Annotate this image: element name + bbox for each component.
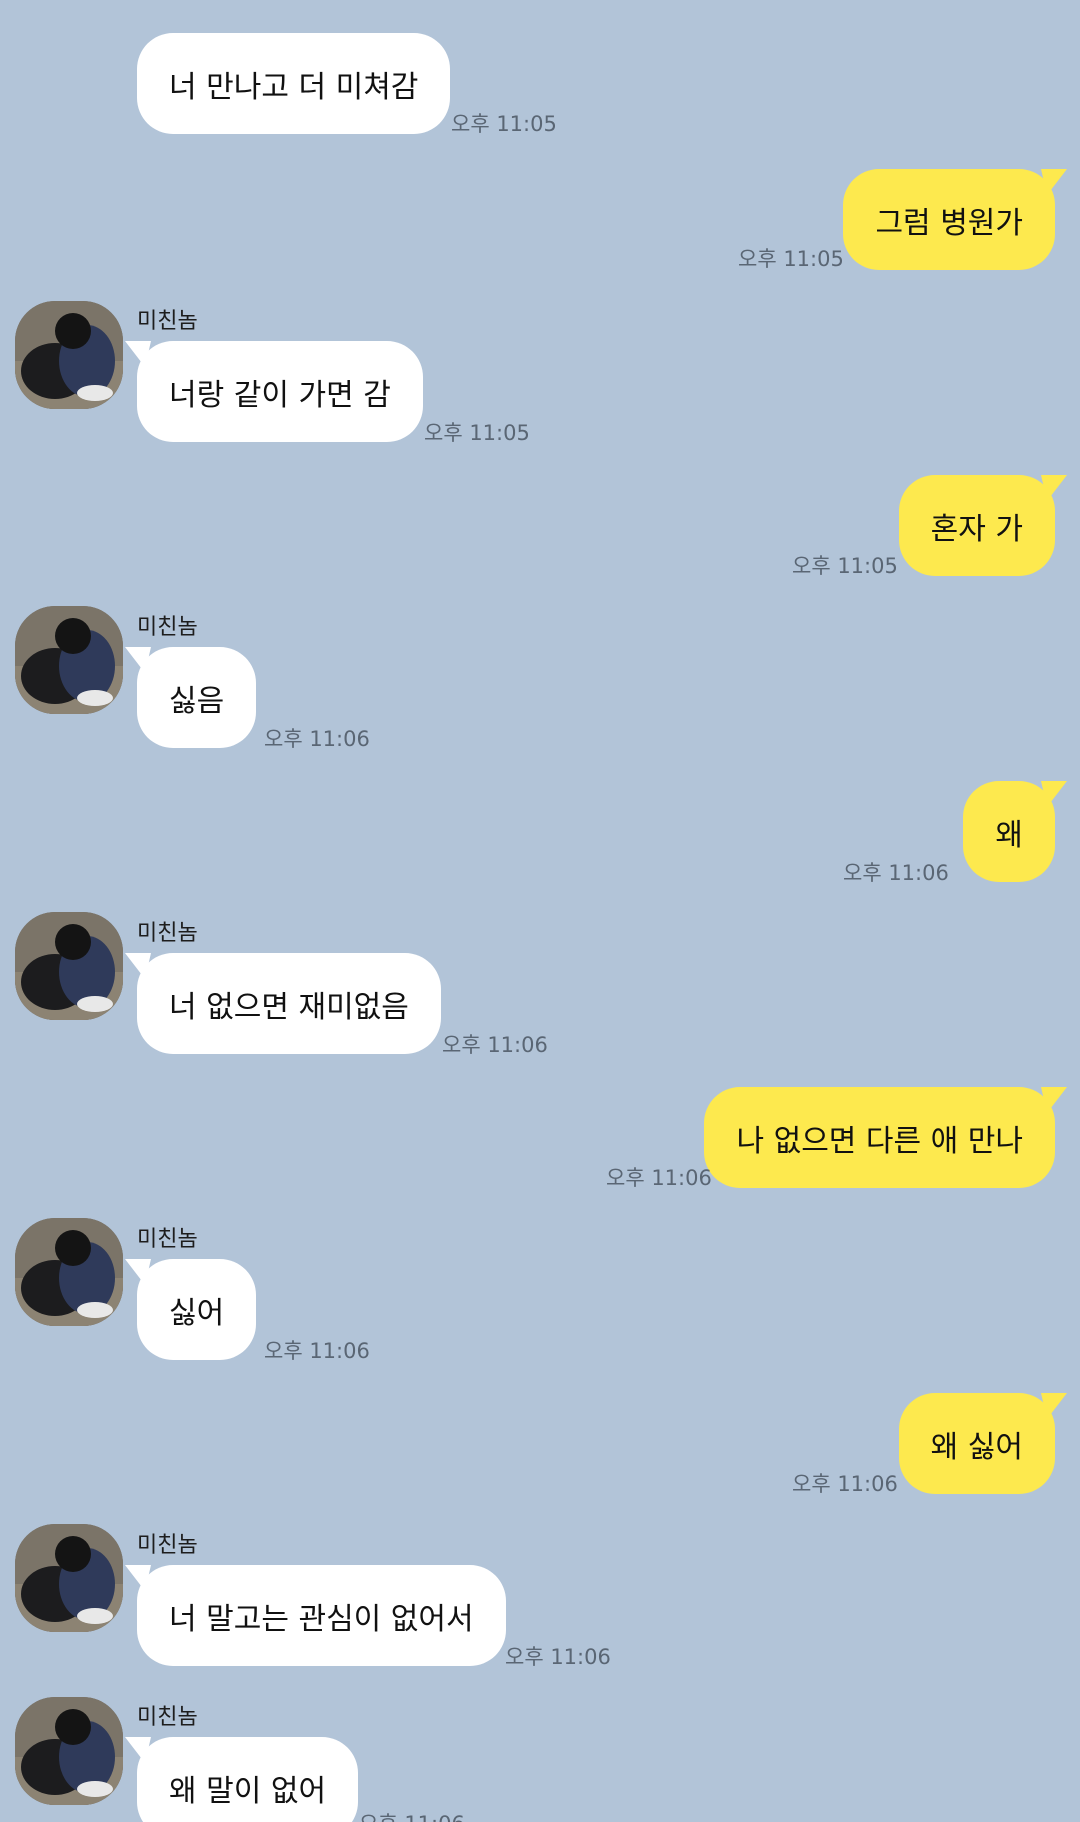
bubble-tail xyxy=(125,647,151,673)
profile-photo-icon xyxy=(15,912,123,1020)
message-time: 오후 11:05 xyxy=(451,112,557,136)
incoming-bubble[interactable]: 싫어 xyxy=(125,1259,257,1360)
message-text: 너 없으면 재미없음 xyxy=(169,989,409,1025)
avatar[interactable] xyxy=(15,1524,123,1632)
message-text: 너 말고는 관심이 없어서 xyxy=(169,1601,474,1637)
outgoing-bubble[interactable]: 나 없으면 다른 애 만나 xyxy=(704,1087,1067,1188)
sender-name: 미친놈 xyxy=(137,615,198,640)
bubble-tail xyxy=(1041,781,1067,807)
outgoing-bubble[interactable]: 왜 xyxy=(963,781,1067,882)
message-time: 오후 11:06 xyxy=(264,727,370,751)
incoming-bubble[interactable]: 너 말고는 관심이 없어서 xyxy=(125,1565,506,1666)
message-text: 혼자 가 xyxy=(930,511,1023,547)
bubble-tail xyxy=(125,953,151,979)
message-time: 오후 11:05 xyxy=(738,247,844,271)
message-time: 오후 11:06 xyxy=(792,1472,898,1496)
bubble-tail xyxy=(1041,475,1067,501)
sender-name: 미친놈 xyxy=(137,1227,198,1252)
outgoing-bubble[interactable]: 왜 싫어 xyxy=(898,1393,1067,1494)
outgoing-bubble[interactable]: 그럼 병원가 xyxy=(843,169,1067,270)
message-text: 싫음 xyxy=(169,683,225,719)
outgoing-bubble[interactable]: 혼자 가 xyxy=(898,475,1067,576)
message-text: 그럼 병원가 xyxy=(875,205,1023,241)
avatar[interactable] xyxy=(15,912,123,1020)
incoming-bubble[interactable]: 너랑 같이 가면 감 xyxy=(125,341,423,442)
bubble-tail xyxy=(125,341,151,367)
sender-name: 미친놈 xyxy=(137,921,198,946)
message-time: 오후 11:06 xyxy=(505,1645,611,1669)
message-text: 왜 xyxy=(995,817,1023,853)
message-time: 오후 11:05 xyxy=(792,554,898,578)
message-text: 너 만나고 더 미쳐감 xyxy=(169,69,419,105)
chat-message-list[interactable]: 너 만나고 더 미쳐감 오후 11:05 그럼 병원가 오후 11:05 미친놈… xyxy=(0,0,1080,1822)
message-time: 오후 11:06 xyxy=(359,1808,465,1822)
message-time: 오후 11:06 xyxy=(264,1339,370,1363)
message-text: 나 없으면 다른 애 만나 xyxy=(736,1123,1023,1159)
sender-name: 미친놈 xyxy=(137,1705,198,1730)
avatar[interactable] xyxy=(15,1697,123,1805)
message-text: 너랑 같이 가면 감 xyxy=(169,377,391,413)
bubble-tail xyxy=(125,1259,151,1285)
incoming-bubble[interactable]: 너 없으면 재미없음 xyxy=(125,953,441,1054)
message-text: 싫어 xyxy=(169,1295,225,1331)
message-text: 왜 싫어 xyxy=(930,1429,1023,1465)
profile-photo-icon xyxy=(15,606,123,714)
incoming-bubble[interactable]: 싫음 xyxy=(125,647,257,748)
sender-name: 미친놈 xyxy=(137,1533,198,1558)
message-time: 오후 11:05 xyxy=(424,421,530,445)
bubble-tail xyxy=(1041,169,1067,195)
avatar[interactable] xyxy=(15,301,123,409)
message-time: 오후 11:06 xyxy=(843,861,949,885)
bubble-tail xyxy=(125,1737,151,1763)
incoming-bubble[interactable]: 왜 말이 없어 xyxy=(125,1737,359,1822)
incoming-bubble[interactable]: 너 만나고 더 미쳐감 xyxy=(137,33,451,134)
profile-photo-icon xyxy=(15,301,123,409)
bubble-tail xyxy=(1041,1087,1067,1113)
avatar[interactable] xyxy=(15,606,123,714)
sender-name: 미친놈 xyxy=(137,309,198,334)
message-time: 오후 11:06 xyxy=(442,1033,548,1057)
avatar[interactable] xyxy=(15,1218,123,1326)
message-text: 왜 말이 없어 xyxy=(169,1773,327,1809)
profile-photo-icon xyxy=(15,1697,123,1805)
profile-photo-icon xyxy=(15,1524,123,1632)
bubble-tail xyxy=(1041,1393,1067,1419)
message-time: 오후 11:06 xyxy=(606,1166,712,1190)
bubble-tail xyxy=(125,1565,151,1591)
profile-photo-icon xyxy=(15,1218,123,1326)
